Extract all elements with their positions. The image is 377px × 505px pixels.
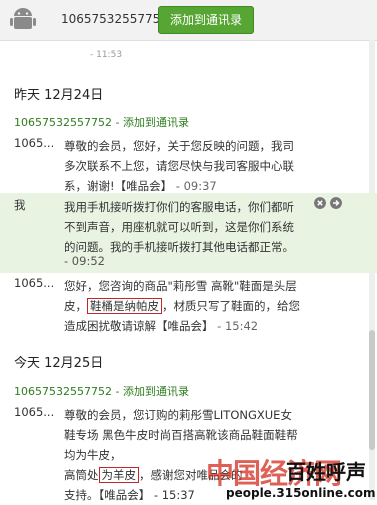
highlighted-text: 鞋桶是纳帕皮	[87, 298, 162, 314]
message-text: ，材质只写了鞋面的，给您	[162, 299, 300, 313]
message-line: 尊敬的会员，您好，关于您反映的问题，我司	[64, 139, 294, 153]
message-item: 1065... 尊敬的会员，您好，关于您反映的问题，我司 多次联系不上您，请您尽…	[0, 136, 377, 196]
message-text: 皮，	[64, 299, 87, 313]
message-line: 尊敬的会员，您订购的莉彤雪LITONGXUE女	[64, 408, 292, 422]
sender-number: 10657532557752	[14, 116, 112, 129]
message-line: 造成困扰敬请谅解【唯品会】	[64, 319, 214, 333]
message-text: 高筒处	[64, 468, 99, 482]
message-line: 我用手机接听拨打你们的客服电话，你们都听	[64, 200, 294, 214]
forward-icon[interactable]	[330, 197, 342, 209]
message-item: 1065... 您好，您咨询的商品"莉彤雪 高靴"鞋面是头层 皮， 鞋桶是纳帕皮，…	[0, 276, 377, 336]
sender-number: 10657532557752	[14, 385, 112, 398]
message-sender: 1065...	[14, 136, 55, 150]
message-line: 鞋专场 黑色牛皮时尚百搭高靴该商品鞋面鞋帮	[64, 428, 298, 442]
add-contact-link[interactable]: 添加到通讯录	[123, 116, 189, 129]
message-time: - 15:42	[213, 319, 259, 333]
highlighted-text: 为羊皮	[98, 467, 139, 483]
message-line: 的问题。我的手机接听拨打其他电话都正常。	[64, 240, 294, 254]
phone-number: 10657532557752	[61, 12, 168, 26]
message-item-mine: 我 我用手机接听拨打你们的客服电话，你们都听 不到声音，用座机就可以听到，这是你…	[0, 193, 377, 273]
add-contact-button[interactable]: 添加到通讯录	[158, 6, 254, 34]
message-body: 您好，您咨询的商品"莉彤雪 高靴"鞋面是头层 皮， 鞋桶是纳帕皮 ，材质只写了鞋面的…	[64, 276, 354, 336]
sender-line: 10657532557752 - 添加到通讯录	[14, 114, 189, 130]
sender-separator: -	[111, 385, 123, 398]
message-time: - 09:37	[172, 179, 217, 193]
message-sender: 我	[14, 198, 26, 212]
add-contact-link[interactable]: 添加到通讯录	[123, 385, 189, 398]
message-body: 我用手机接听拨打你们的客服电话，你们都听 不到声音，用座机就可以听到，这是你们系…	[64, 197, 354, 257]
message-line: 您好，您咨询的商品"莉彤雪 高靴"鞋面是头层	[64, 279, 297, 293]
watermark: 中国经济网 百姓呼声 people.315online.com	[206, 452, 376, 502]
message-time: - 09:52	[64, 254, 105, 268]
date-header: 今天 12月25日	[14, 356, 104, 371]
message-body: 尊敬的会员，您好，关于您反映的问题，我司 多次联系不上您，请您尽快与我司客服中心…	[64, 136, 354, 196]
delete-icon[interactable]	[314, 197, 326, 209]
top-bar: 10657532557752 添加到通讯录	[0, 0, 377, 41]
message-sender: 1065...	[14, 405, 55, 419]
message-line: 系，谢谢!【唯品会】	[64, 179, 173, 193]
message-sender: 1065...	[14, 276, 55, 290]
sender-separator: -	[111, 116, 123, 129]
message-line: 多次联系不上您，请您尽快与我司客服中心联	[64, 159, 294, 173]
watermark-title: 百姓呼声	[286, 460, 366, 484]
message-line: 不到声音，用座机就可以听到，这是你们系统	[64, 220, 294, 234]
sender-line: 10657532557752 - 添加到通讯录	[14, 383, 189, 399]
watermark-url: people.315online.com	[226, 486, 376, 500]
previous-time: - 11:53	[90, 50, 123, 60]
android-icon	[10, 8, 36, 29]
date-header: 昨天 12月24日	[14, 88, 104, 103]
